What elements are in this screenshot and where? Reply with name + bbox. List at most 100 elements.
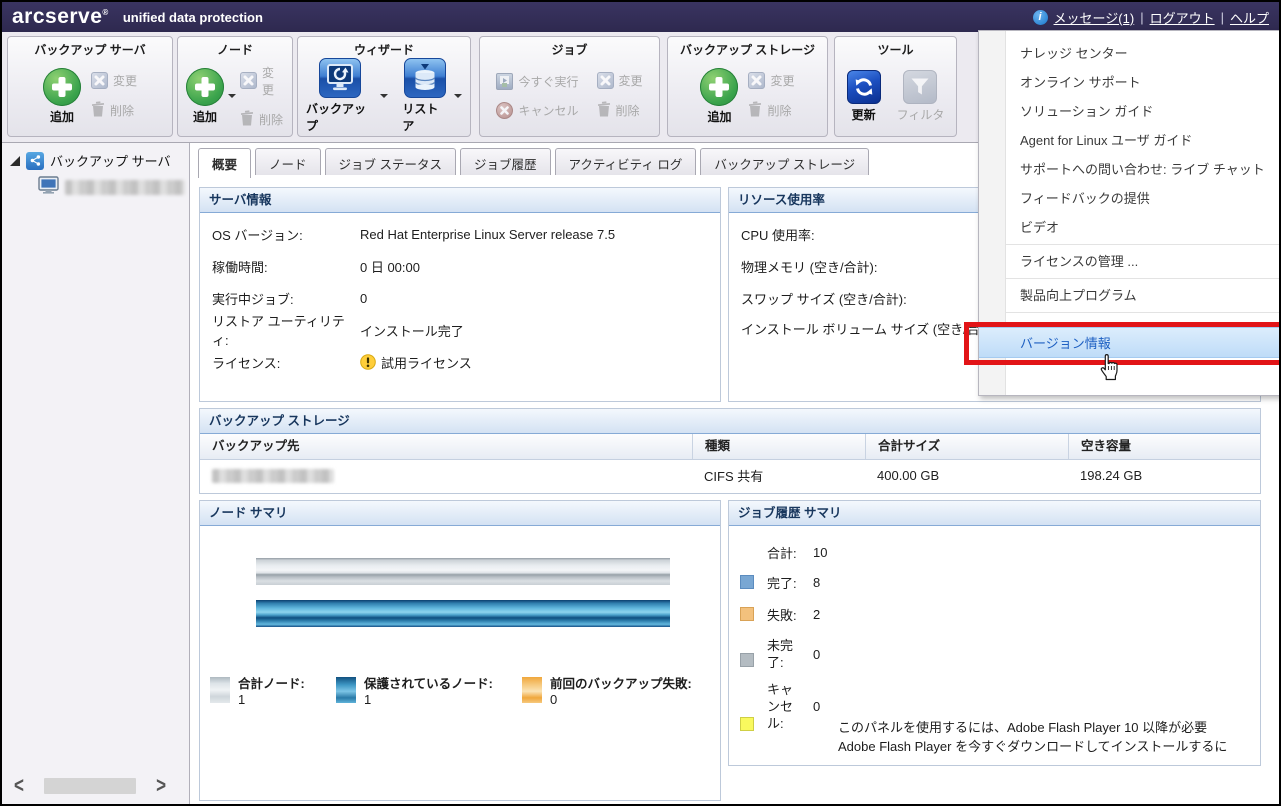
sidebar-horizontal-scrollbar: < > — [14, 776, 166, 796]
menu-item-feedback[interactable]: フィードバックの提供 — [979, 184, 1281, 213]
tab-nodes[interactable]: ノード — [255, 148, 321, 175]
last-backup-failed-swatch — [522, 677, 542, 703]
wizard-backup-button[interactable]: バックアップ — [306, 58, 374, 134]
menu-separator — [985, 312, 1281, 313]
swap-label: スワップ サイズ (空き/合計): — [741, 289, 907, 308]
backup-storage-delete-button[interactable]: 削除 — [748, 101, 794, 120]
menu-item-solution-guide[interactable]: ソリューション ガイド — [979, 97, 1281, 126]
node-add-button[interactable]: 追加 — [186, 68, 224, 125]
trash-icon — [597, 101, 611, 120]
backup-server-add-button[interactable]: 追加 — [43, 68, 81, 125]
menu-item-online-support[interactable]: オンライン サポート — [979, 68, 1281, 97]
server-group-icon — [26, 152, 44, 170]
group-node: ノード 追加 変更 削除 — [177, 36, 293, 137]
group-backup-server: バックアップ サーバ 追加 変更 削除 — [7, 36, 173, 137]
trash-icon — [748, 101, 762, 120]
group-backup-storage: バックアップ ストレージ 追加 変更 削除 — [667, 36, 828, 137]
canceled-swatch — [740, 717, 754, 731]
header-links: i メッセージ(1) | ログアウト | ヘルプ — [1033, 8, 1269, 27]
menu-item-product-improvement[interactable]: 製品向上プログラム — [979, 281, 1281, 310]
tab-job-history[interactable]: ジョブ履歴 — [460, 148, 551, 175]
redacted-server-name — [65, 180, 185, 195]
run-now-icon — [496, 73, 513, 90]
tools-filter-button[interactable]: フィルタ — [897, 70, 945, 123]
scroll-left-icon[interactable]: < — [14, 776, 24, 797]
node-add-caret-icon[interactable] — [228, 94, 236, 102]
panel-title: バックアップ ストレージ — [200, 409, 1260, 434]
group-title: バックアップ ストレージ — [668, 37, 827, 58]
backup-server-modify-button[interactable]: 変更 — [91, 72, 137, 89]
warning-icon — [360, 354, 376, 370]
column-total-size[interactable]: 合計サイズ — [865, 434, 1068, 459]
legend-protected-nodes: 保護されているノード:1 — [336, 677, 493, 707]
flash-notice-line1: このパネルを使用するには、Adobe Flash Player 10 以降が必要 — [838, 718, 1227, 737]
job-cancel-button[interactable]: キャンセル — [496, 102, 578, 119]
modify-icon — [240, 72, 257, 89]
logout-link[interactable]: ログアウト — [1150, 8, 1215, 27]
job-failed-value: 2 — [813, 607, 820, 622]
add-plus-icon — [700, 68, 738, 106]
job-modify-button[interactable]: 変更 — [597, 72, 643, 89]
add-plus-icon — [186, 68, 224, 106]
job-delete-button[interactable]: 削除 — [597, 101, 643, 120]
messages-link[interactable]: メッセージ(1) — [1054, 8, 1135, 27]
group-title: ウィザード — [298, 37, 470, 58]
tab-activity-log[interactable]: アクティビティ ログ — [555, 148, 697, 175]
message-info-icon[interactable]: i — [1033, 10, 1048, 25]
restore-utility-value: インストール完了 — [360, 321, 464, 340]
flash-notice-line2[interactable]: Adobe Flash Player を今すぐダウンロードしてインストールするに — [838, 737, 1227, 756]
redacted-destination — [212, 469, 334, 483]
tab-backup-storage[interactable]: バックアップ ストレージ — [700, 148, 869, 175]
scroll-right-icon[interactable]: > — [156, 776, 166, 797]
job-run-now-button[interactable]: 今すぐ実行 — [496, 73, 578, 90]
wizard-restore-button[interactable]: リストア — [402, 58, 448, 134]
backup-storage-modify-button[interactable]: 変更 — [748, 72, 794, 89]
job-total-value: 10 — [813, 545, 827, 560]
help-dropdown-menu: ナレッジ センター オンライン サポート ソリューション ガイド Agent f… — [978, 30, 1281, 396]
tab-job-status[interactable]: ジョブ ステータス — [325, 148, 456, 175]
column-type[interactable]: 種類 — [692, 434, 865, 459]
backup-storage-add-button[interactable]: 追加 — [700, 68, 738, 125]
backup-server-delete-button[interactable]: 削除 — [91, 101, 137, 120]
server-info-panel: サーバ情報 OS バージョン:Red Hat Enterprise Linux … — [199, 187, 721, 402]
column-free-space[interactable]: 空き容量 — [1068, 434, 1260, 459]
modify-icon — [91, 72, 108, 89]
restore-wizard-caret-icon[interactable] — [454, 94, 462, 102]
cpu-usage-label: CPU 使用率: — [741, 225, 815, 244]
panel-title: ジョブ履歴 サマリ — [729, 501, 1260, 526]
backup-wizard-caret-icon[interactable] — [380, 94, 388, 102]
menu-separator — [985, 278, 1281, 279]
tab-overview[interactable]: 概要 — [198, 148, 251, 178]
scrollbar-thumb[interactable] — [44, 778, 136, 794]
table-header-row: バックアップ先 種類 合計サイズ 空き容量 — [200, 434, 1260, 460]
uptime-label: 稼働時間: — [212, 257, 360, 276]
group-tools: ツール 更新 — [834, 36, 957, 137]
memory-label: 物理メモリ (空き/合計): — [741, 257, 878, 276]
help-link[interactable]: ヘルプ — [1230, 8, 1269, 27]
menu-item-manage-licenses[interactable]: ライセンスの管理 ... — [979, 247, 1281, 276]
trash-icon — [240, 110, 254, 129]
tree-expander-icon[interactable] — [10, 156, 20, 166]
sidebar-item-backup-server[interactable]: バックアップ サーバ — [2, 143, 189, 170]
os-version-value: Red Hat Enterprise Linux Server release … — [360, 227, 615, 242]
tools-refresh-button[interactable]: 更新 — [847, 70, 881, 123]
group-title: バックアップ サーバ — [8, 37, 172, 58]
group-title: ジョブ — [480, 37, 659, 58]
running-jobs-value: 0 — [360, 291, 367, 306]
menu-item-version-info[interactable]: バージョン情報 — [979, 327, 1281, 358]
flash-player-notice: このパネルを使用するには、Adobe Flash Player 10 以降が必要… — [838, 718, 1227, 756]
sidebar-tree: バックアップ サーバ < > — [2, 143, 190, 804]
menu-item-knowledge-center[interactable]: ナレッジ センター — [979, 39, 1281, 68]
menu-item-live-chat[interactable]: サポートへの問い合わせ: ライブ チャット — [979, 155, 1281, 184]
menu-separator — [985, 244, 1281, 245]
incomplete-swatch — [740, 653, 754, 667]
menu-item-videos[interactable]: ビデオ — [979, 213, 1281, 242]
node-modify-button[interactable]: 変更 — [240, 64, 284, 98]
menu-item-user-guide[interactable]: Agent for Linux ユーザ ガイド — [979, 126, 1281, 155]
table-row[interactable]: CIFS 共有 400.00 GB 198.24 GB — [200, 460, 1260, 490]
column-destination[interactable]: バックアップ先 — [200, 434, 692, 459]
group-title: ツール — [835, 37, 956, 58]
node-delete-button[interactable]: 削除 — [240, 110, 284, 129]
sidebar-item-server-node[interactable] — [2, 170, 189, 199]
running-jobs-label: 実行中ジョブ: — [212, 289, 360, 308]
